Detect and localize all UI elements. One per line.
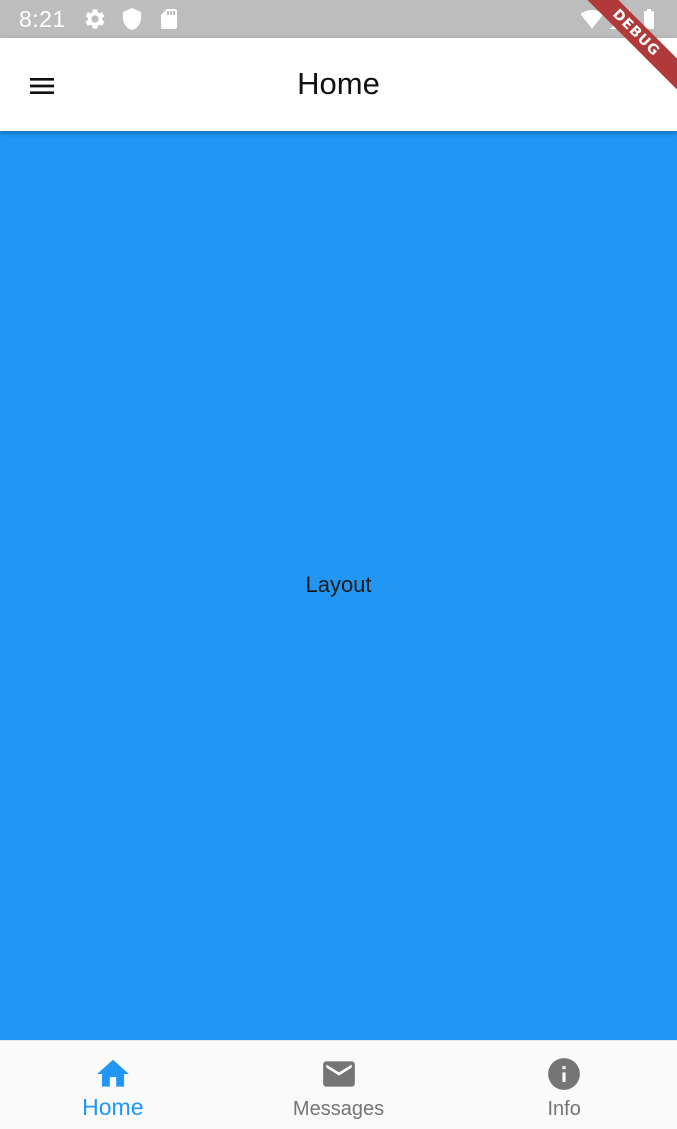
page-title: Home — [297, 66, 380, 101]
nav-label-messages: Messages — [292, 1098, 385, 1120]
nav-item-messages[interactable]: Messages — [226, 1041, 452, 1129]
nav-item-info[interactable]: Info — [451, 1041, 677, 1129]
home-icon — [94, 1055, 132, 1093]
status-time: 8:21 — [19, 6, 66, 32]
bottom-navigation: Home Messages Info — [0, 1040, 677, 1129]
info-icon — [545, 1055, 583, 1093]
mail-icon — [320, 1055, 358, 1093]
nav-label-home: Home — [82, 1094, 144, 1120]
app-bar: Home — [0, 38, 677, 131]
status-bar: 8:21 — [0, 0, 677, 38]
sd-card-icon — [157, 7, 181, 31]
settings-icon — [83, 7, 107, 31]
content-text: Layout — [305, 572, 372, 597]
content-area: Layout — [0, 131, 677, 1040]
shield-icon — [120, 7, 144, 31]
nav-label-info: Info — [547, 1098, 581, 1120]
nav-item-home[interactable]: Home — [0, 1041, 226, 1129]
